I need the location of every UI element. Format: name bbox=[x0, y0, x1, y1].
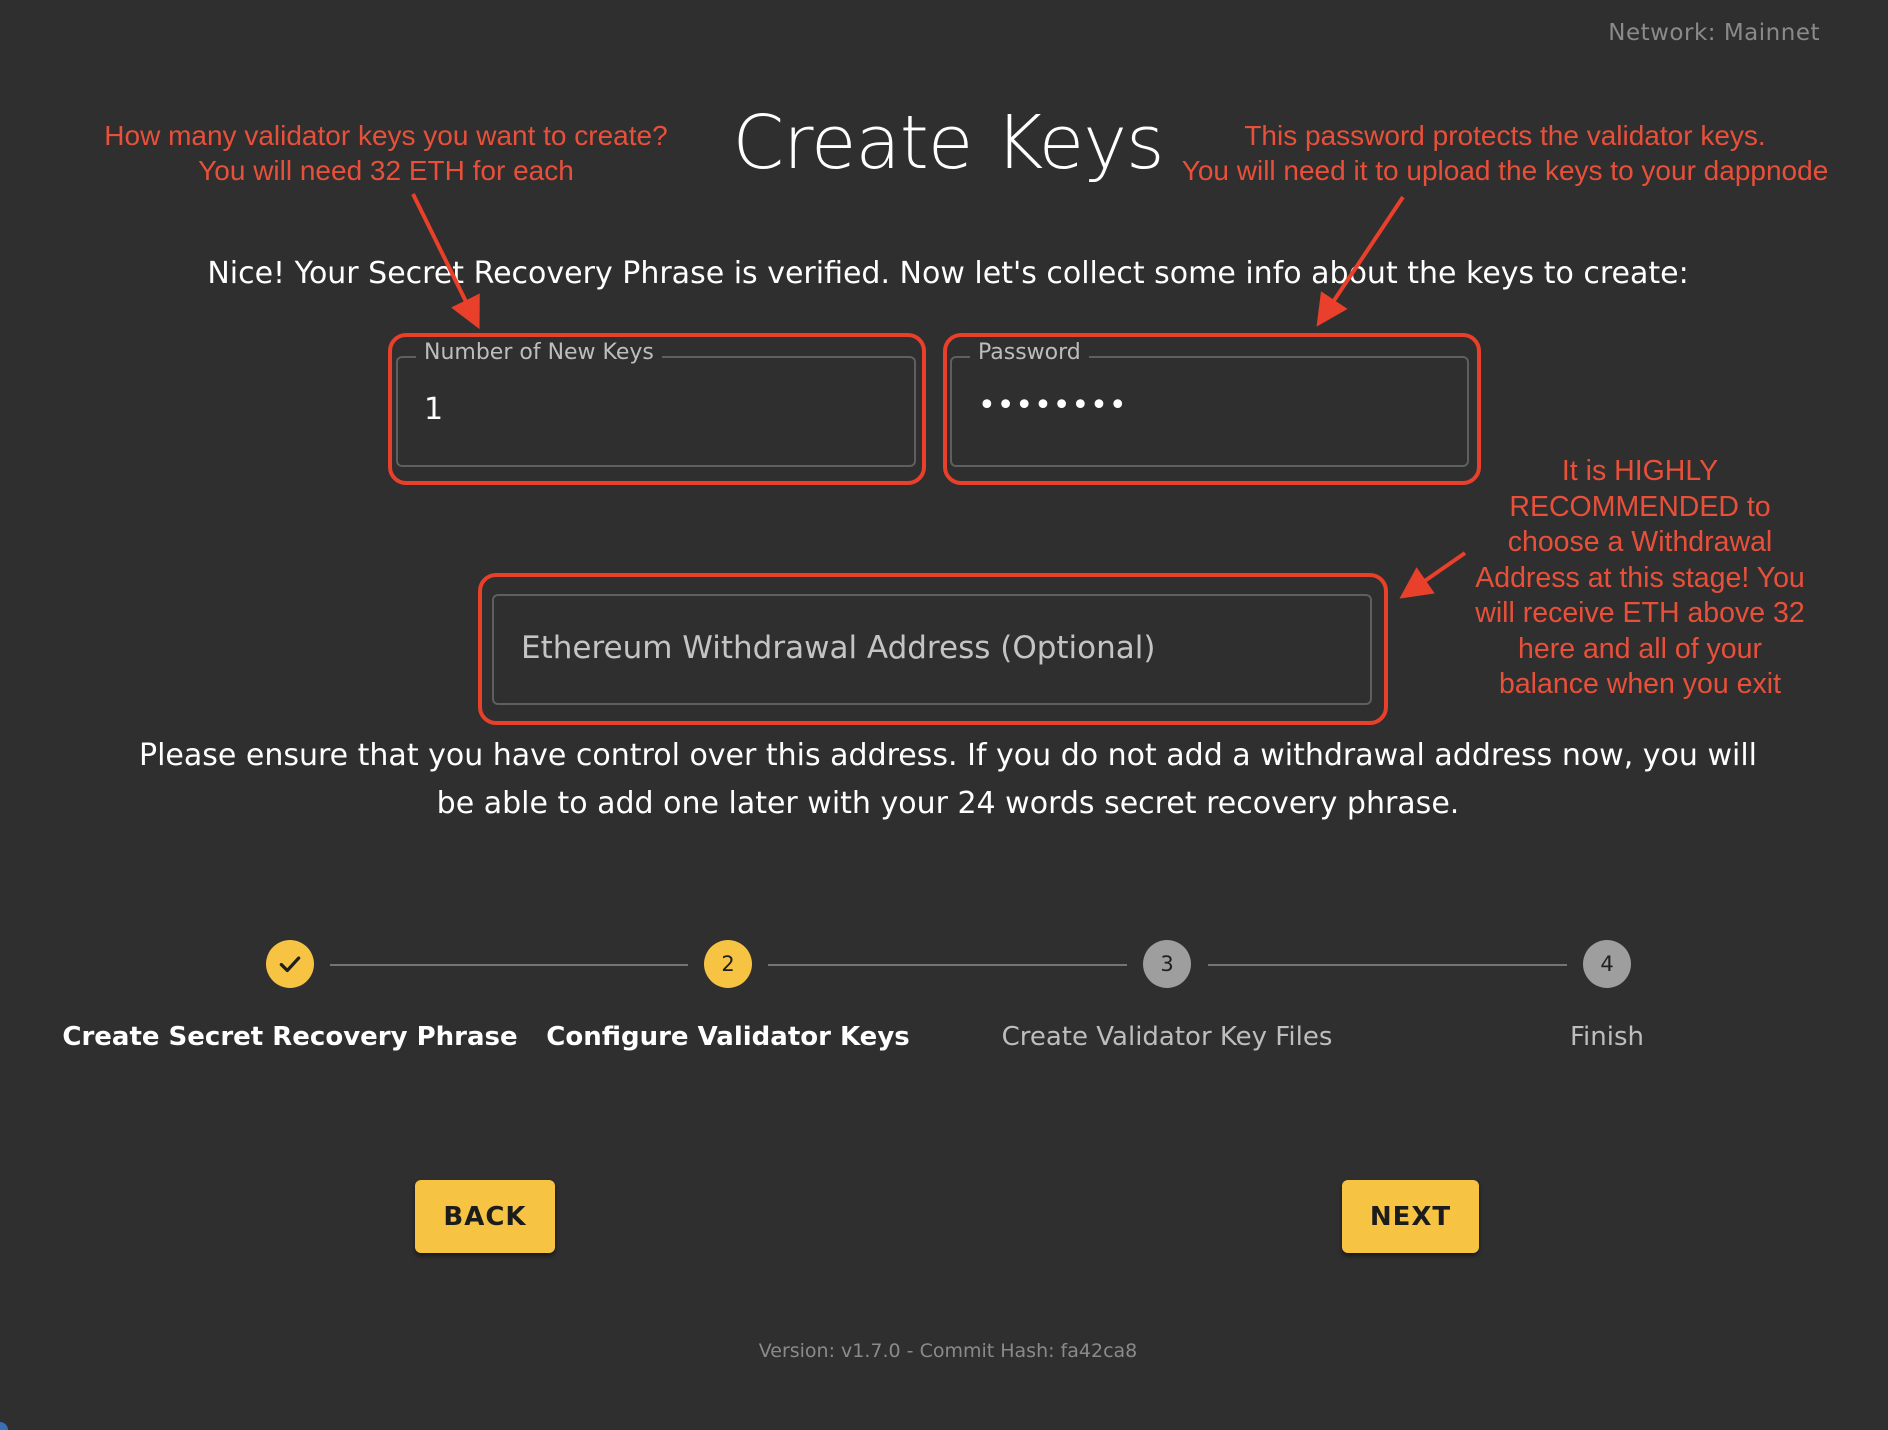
annotation-line: RECOMMENDED to bbox=[1509, 490, 1771, 523]
step-1-label: Create Secret Recovery Phrase bbox=[62, 1022, 518, 1052]
annotation-line: Address at this stage! You bbox=[1475, 561, 1805, 594]
step-connector bbox=[1208, 964, 1567, 966]
step-connector bbox=[768, 964, 1127, 966]
annotation-line: You will need 32 ETH for each bbox=[198, 155, 574, 186]
step-1-completed bbox=[266, 940, 314, 988]
annotation-line: It is HIGHLY bbox=[1561, 455, 1719, 487]
withdrawal-notice-line: Please ensure that you have control over… bbox=[138, 738, 1757, 773]
annotation-line: This password protects the validator key… bbox=[1244, 120, 1766, 151]
withdrawal-notice-line: be able to add one later with your 24 wo… bbox=[436, 786, 1460, 821]
annotation-highlight-keys bbox=[388, 333, 926, 485]
arrow-to-withdrawal-field bbox=[1399, 551, 1467, 599]
step-4-pending: 4 bbox=[1583, 940, 1631, 988]
step-4-label: Finish bbox=[1569, 1022, 1644, 1052]
annotation-number-of-keys: How many validator keys you want to crea… bbox=[86, 118, 686, 188]
withdrawal-notice: Please ensure that you have control over… bbox=[100, 732, 1796, 828]
step-connector bbox=[330, 964, 688, 966]
step-3-pending: 3 bbox=[1143, 940, 1191, 988]
step-2-active: 2 bbox=[704, 940, 752, 988]
annotation-line: balance when you exit bbox=[1498, 668, 1782, 700]
annotation-highlight-withdrawal bbox=[478, 573, 1388, 725]
annotation-highlight-password bbox=[943, 333, 1481, 485]
version-footer: Version: v1.7.0 - Commit Hash: fa42ca8 bbox=[758, 1340, 1138, 1362]
annotation-line: will receive ETH above 32 bbox=[1475, 597, 1805, 629]
annotation-line: choose a Withdrawal bbox=[1507, 526, 1773, 558]
annotation-line: here and all of your bbox=[1518, 632, 1762, 665]
next-button[interactable]: NEXT bbox=[1342, 1180, 1479, 1253]
step-2-label: Configure Validator Keys bbox=[546, 1022, 910, 1052]
network-indicator: Network: Mainnet bbox=[1608, 20, 1820, 46]
annotation-password: This password protects the validator key… bbox=[1160, 118, 1850, 188]
back-button[interactable]: BACK bbox=[415, 1180, 555, 1253]
instructions-text: Nice! Your Secret Recovery Phrase is ver… bbox=[207, 256, 1689, 291]
annotation-line: How many validator keys you want to crea… bbox=[104, 120, 668, 151]
window-corner bbox=[0, 1422, 8, 1430]
annotation-line: You will need it to upload the keys to y… bbox=[1181, 155, 1829, 186]
step-3-label: Create Validator Key Files bbox=[1001, 1022, 1333, 1052]
check-icon bbox=[279, 956, 301, 973]
annotation-withdrawal: It is HIGHLY RECOMMENDED to choose a Wit… bbox=[1460, 454, 1820, 703]
